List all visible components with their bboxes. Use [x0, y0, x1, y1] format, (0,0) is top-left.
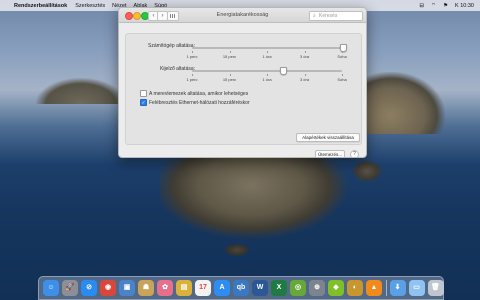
search-icon: ⌕: [313, 13, 316, 19]
control-center-icon[interactable]: ⊟: [419, 3, 424, 9]
dock-contacts-icon[interactable]: ☗: [138, 280, 154, 296]
dock-word-icon[interactable]: W: [252, 280, 268, 296]
computer-sleep-tick: [304, 51, 305, 53]
computer-sleep-tick-label: 3 óra: [299, 54, 310, 59]
schedule-button[interactable]: Ütemezés...: [315, 150, 345, 157]
computer-sleep-tick: [192, 51, 193, 53]
flag-icon[interactable]: ⚑: [443, 3, 448, 9]
help-button[interactable]: ?: [350, 150, 359, 157]
display-sleep-label: Kijelző altatása:: [160, 66, 196, 72]
dock-disk-utility-icon[interactable]: ⊕: [309, 280, 325, 296]
wallpaper-rock-small: [225, 244, 249, 256]
computer-sleep-label: Számítógép altatása:: [148, 43, 195, 49]
dock-app-store-icon[interactable]: A: [214, 280, 230, 296]
wallpaper-rock: [352, 160, 382, 182]
clock[interactable]: K 10:30: [455, 3, 474, 9]
display-sleep-slider-knob[interactable]: [279, 67, 287, 75]
settings-panel: Számítógép altatása: 1 perc 15 perc 1 óra 3…: [125, 33, 362, 145]
computer-sleep-slider[interactable]: [192, 47, 342, 49]
dock-excel-icon[interactable]: X: [271, 280, 287, 296]
computer-sleep-tick-label: 15 perc: [222, 54, 237, 59]
dock-notes-icon[interactable]: ▤: [176, 280, 192, 296]
computer-sleep-tick-label: 1 perc: [186, 54, 198, 59]
title-bar: ‹ › Energiatakarékosság ⌕: [119, 8, 366, 23]
wake-ethernet-checkbox[interactable]: ✓: [140, 99, 147, 106]
energy-saver-window: ‹ › Energiatakarékosság ⌕ Számítógép alt…: [118, 7, 367, 158]
dock-qbittorrent-icon[interactable]: qb: [233, 280, 249, 296]
display-sleep-tick: [229, 74, 230, 76]
dock-scrobbler-icon[interactable]: ◐: [347, 280, 363, 296]
computer-sleep-slider-knob[interactable]: [339, 44, 347, 52]
display-sleep-tick-label: Soha: [337, 77, 347, 82]
display-sleep-tick: [342, 74, 343, 76]
wallpaper-island-right: [355, 72, 445, 134]
dock: ☺ 🚀 ⊘ ◉ ▣ ☗ ✿ ▤ 17 Aqb W X ◎ ⊕ ◆ ◐ ▲ ⬇ ▭ 🗑: [38, 276, 444, 300]
computer-sleep-tick: [267, 51, 268, 53]
display-sleep-tick-label: 3 óra: [299, 77, 310, 82]
display-sleep-tick: [304, 74, 305, 76]
menu-app-name[interactable]: Rendszerbeállítások: [14, 3, 67, 9]
dock-separator: [386, 280, 387, 296]
search-input[interactable]: [319, 12, 361, 20]
dock-vlc-icon[interactable]: ▲: [366, 280, 382, 296]
window-content: Számítógép altatása: 1 perc 15 perc 1 óra 3…: [119, 23, 366, 157]
dock-folder-icon[interactable]: ▭: [408, 280, 425, 296]
display-sleep-tick: [267, 74, 268, 76]
computer-sleep-tick-label: Soha: [337, 54, 347, 59]
dock-trash-icon[interactable]: 🗑: [427, 280, 444, 296]
dock-launchpad-icon[interactable]: 🚀: [62, 280, 78, 296]
dock-finder-icon[interactable]: ☺: [43, 280, 59, 296]
wake-ethernet-option[interactable]: ✓ Felébresztés Ethernet-hálózati hozzáfé…: [140, 99, 250, 106]
dock-photos-icon[interactable]: ✿: [157, 280, 173, 296]
computer-sleep-tick-label: 1 óra: [262, 54, 272, 59]
display-sleep-tick-label: 1 perc: [186, 77, 198, 82]
display-sleep-tick-label: 15 perc: [222, 77, 237, 82]
computer-sleep-tick: [229, 51, 230, 53]
dock-preview-icon[interactable]: ▣: [119, 280, 135, 296]
restore-defaults-button[interactable]: Alapértékek visszaállítása: [296, 133, 360, 142]
computer-sleep-tick: [342, 51, 343, 53]
display-sleep-tick: [192, 74, 193, 76]
display-sleep-slider[interactable]: [192, 70, 342, 72]
dock-chrome-icon[interactable]: ◉: [100, 280, 116, 296]
wifi-icon[interactable]: ⌔: [431, 2, 436, 9]
dock-mindnode-icon[interactable]: ◎: [290, 280, 306, 296]
hard-disk-sleep-option[interactable]: A merevlemezek altatása, amikor lehetség…: [140, 90, 248, 97]
dock-calendar-icon[interactable]: 17: [195, 280, 211, 296]
dock-downloads-icon[interactable]: ⬇: [389, 280, 406, 296]
search-field[interactable]: ⌕: [309, 11, 363, 21]
wake-ethernet-label: Felébresztés Ethernet-hálózati hozzáféré…: [149, 99, 250, 106]
menu-item-edit[interactable]: Szerkesztés: [75, 3, 105, 9]
menu-bar-status: ⊟ ⌔ ⚑ K 10:30: [412, 2, 480, 10]
dock-cube-app-icon[interactable]: ◆: [328, 280, 344, 296]
display-sleep-tick-label: 1 óra: [262, 77, 272, 82]
wallpaper-island-main: [160, 150, 350, 240]
hard-disk-sleep-checkbox[interactable]: [140, 90, 147, 97]
dock-safari-icon[interactable]: ⊘: [81, 280, 97, 296]
wallpaper-island-left: [36, 78, 126, 104]
hard-disk-sleep-label: A merevlemezek altatása, amikor lehetség…: [149, 90, 249, 97]
